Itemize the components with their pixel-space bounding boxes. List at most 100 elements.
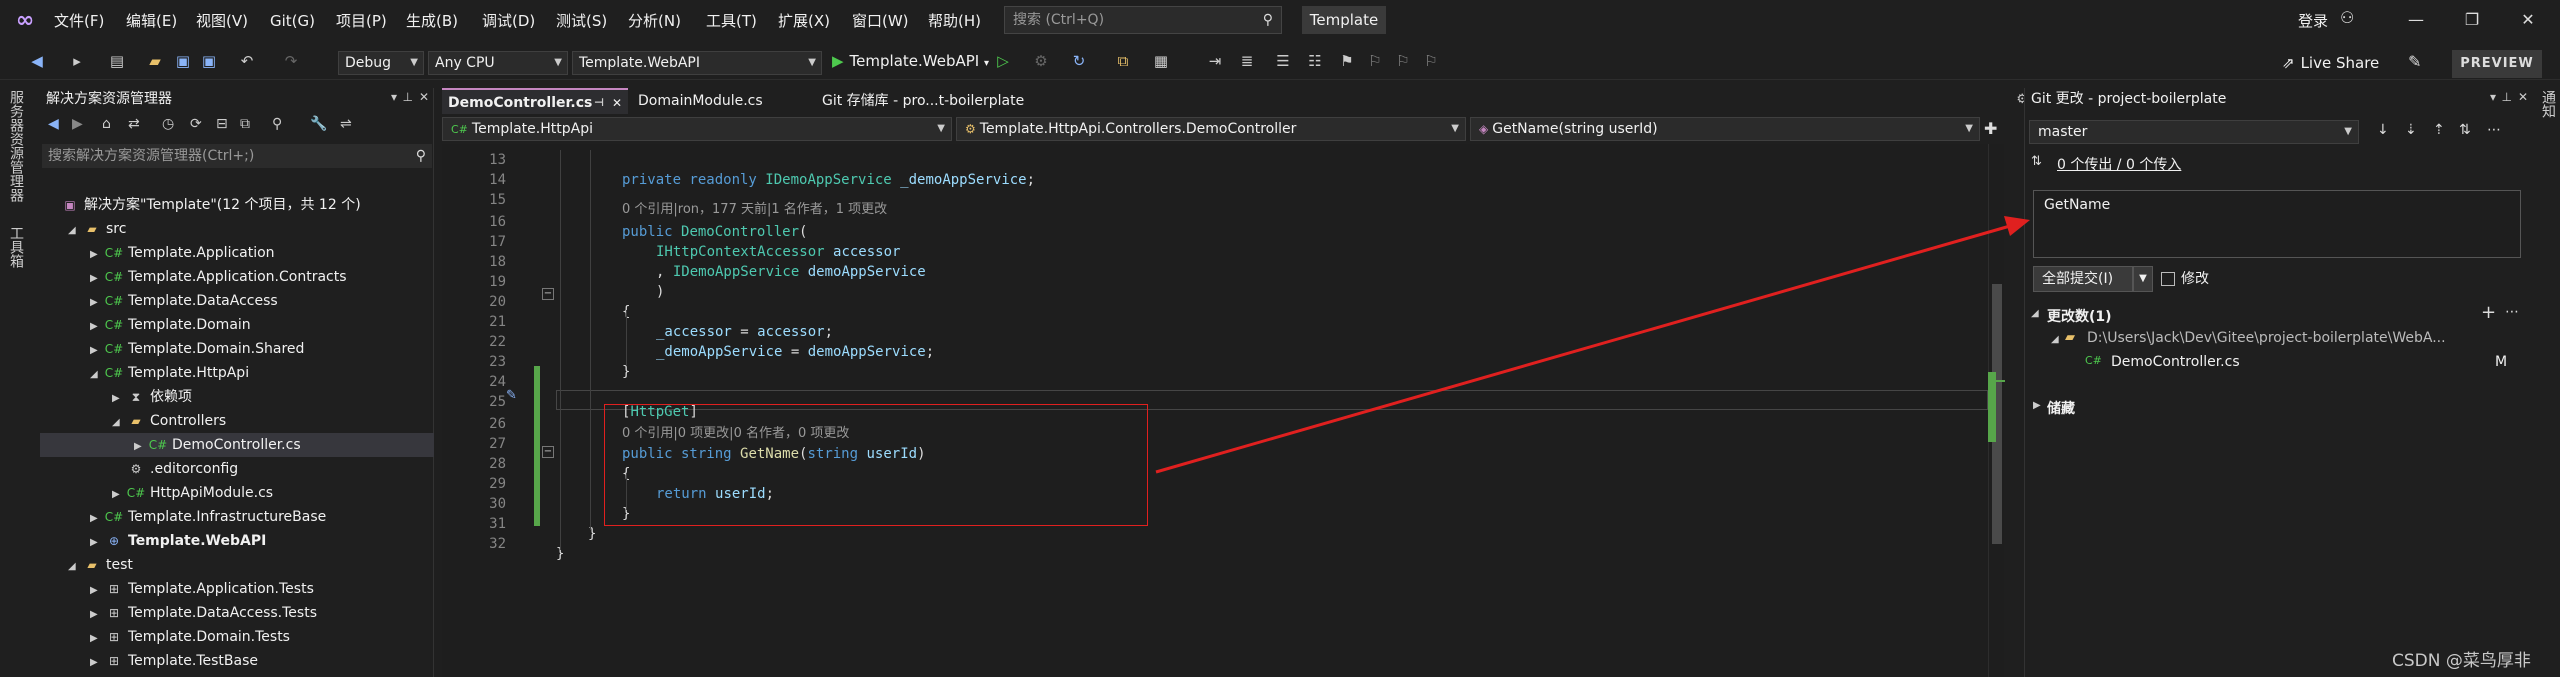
new-project-icon[interactable]: ▤ — [106, 50, 128, 72]
codelens-info[interactable]: 0 个引用|ron，177 天前|1 名作者，1 项更改 — [622, 200, 887, 220]
expand-icon[interactable]: ▶ — [90, 627, 104, 651]
login-link[interactable]: 登录 — [2298, 10, 2328, 31]
tree-item[interactable]: ▶ C# HttpApiModule.cs — [40, 481, 434, 505]
nav-project-select[interactable]: C# Template.HttpApi ▼ — [442, 117, 952, 141]
switch-views-icon[interactable]: ⇄ — [128, 116, 140, 132]
expand-icon[interactable]: ▶ — [90, 315, 104, 339]
tree-item[interactable]: ▶ ⊞ Template.TestBase — [40, 649, 434, 673]
tree-item[interactable]: ▶ ⊕ Template.WebAPI — [40, 529, 434, 553]
tree-item[interactable]: ▶ ⊞ Template.Application.Tests — [40, 577, 434, 601]
split-editor-icon[interactable]: ✚ — [1984, 119, 1997, 138]
collapse-icon[interactable]: ◢ — [90, 363, 104, 387]
tree-item[interactable]: ▶ C# Template.DataAccess — [40, 289, 434, 313]
configuration-select[interactable]: Debug ▼ — [338, 51, 424, 75]
menu-build[interactable]: 生成(B) — [406, 9, 458, 33]
close-icon[interactable]: ✕ — [612, 90, 622, 116]
menu-test[interactable]: 测试(S) — [556, 9, 607, 33]
solution-search-input[interactable]: 搜索解决方案资源管理器(Ctrl+;) ⚲ — [42, 144, 432, 168]
stash-header[interactable]: 储藏 — [2047, 398, 2075, 418]
menu-project[interactable]: 项目(P) — [336, 9, 387, 33]
save-all-icon[interactable]: ▣ — [198, 50, 220, 72]
step-icon[interactable]: ⇥ — [1204, 50, 1226, 72]
amend-checkbox[interactable] — [2161, 272, 2175, 286]
tab-git-repository[interactable]: Git 存储库 - pro...t-boilerplate — [816, 88, 1086, 114]
menu-analyze[interactable]: 分析(N) — [628, 9, 681, 33]
home-icon[interactable]: ⌂ — [102, 116, 111, 132]
menu-edit[interactable]: 编辑(E) — [126, 9, 177, 33]
expand-icon[interactable]: ◢ — [2031, 308, 2039, 319]
expand-icon[interactable]: ▶ — [134, 435, 148, 459]
next-bookmark-icon[interactable]: ⚐ — [1392, 50, 1414, 72]
nav-class-select[interactable]: ⚙ Template.HttpApi.Controllers.DemoContro… — [956, 117, 1466, 141]
expand-icon[interactable]: ▶ — [90, 267, 104, 291]
expand-icon[interactable]: ▶ — [90, 579, 104, 603]
dropdown-icon[interactable]: ▾ — [391, 90, 397, 104]
layout-icon[interactable]: ▦ — [1150, 50, 1172, 72]
tab-domainmodule[interactable]: DomainModule.cs — [632, 88, 808, 114]
server-explorer-tab[interactable]: 服务器资源管理器 — [6, 90, 26, 202]
menu-extensions[interactable]: 扩展(X) — [778, 9, 830, 33]
tree-item[interactable]: ▶ C# Template.Application.Contracts — [40, 265, 434, 289]
save-icon[interactable]: ▣ — [172, 50, 194, 72]
tree-item[interactable]: ▶ C# Template.Domain.Shared — [40, 337, 434, 361]
expand-icon[interactable]: ▶ — [90, 603, 104, 627]
collapse-all-icon[interactable]: ⊟ — [216, 116, 228, 132]
preview-button[interactable]: PREVIEW — [2452, 50, 2542, 78]
tree-item[interactable]: ▶ ⧗ 依赖项 — [40, 385, 434, 409]
properties-icon[interactable]: 🔧 — [310, 116, 327, 132]
expand-icon[interactable]: ▶ — [90, 243, 104, 267]
tree-item[interactable]: ▶ C# Template.InfrastructureBase — [40, 505, 434, 529]
menu-tools[interactable]: 工具(T) — [706, 9, 757, 33]
tree-item[interactable]: ▶ ⊞ Template.DataAccess.Tests — [40, 601, 434, 625]
fold-toggle-icon[interactable]: − — [542, 446, 554, 458]
close-button[interactable]: ✕ — [2508, 6, 2548, 34]
nav-member-select[interactable]: ◈ GetName(string userId) ▼ — [1470, 117, 1980, 141]
dropdown-icon[interactable]: ▾ — [2490, 90, 2496, 104]
filter-icon[interactable]: ⚲ — [272, 116, 282, 132]
menu-debug[interactable]: 调试(D) — [482, 9, 535, 33]
comment-icon[interactable]: ☰ — [1272, 50, 1294, 72]
back-icon[interactable]: ◀ — [48, 116, 59, 132]
collapse-icon[interactable]: ◢ — [112, 411, 126, 435]
menu-window[interactable]: 窗口(W) — [852, 9, 909, 33]
close-icon[interactable]: ✕ — [2518, 90, 2528, 104]
pending-changes-icon[interactable]: ◷ — [162, 116, 174, 132]
expand-icon[interactable]: ▶ — [90, 531, 104, 555]
show-all-files-icon[interactable]: ⧉ — [240, 116, 250, 132]
quick-actions-icon[interactable]: ✎ — [506, 388, 517, 403]
change-path[interactable]: D:\Users\Jack\Dev\Gitee\project-boilerpl… — [2087, 330, 2446, 346]
tree-item[interactable]: ◢ ▰ Controllers — [40, 409, 434, 433]
collapse-icon[interactable]: ◢ — [68, 555, 82, 579]
commit-message-input[interactable]: GetName — [2033, 190, 2521, 258]
expand-icon[interactable]: ▶ — [2033, 400, 2041, 411]
tree-item[interactable]: ◢ ▰ test — [40, 553, 434, 577]
changed-file[interactable]: DemoController.cs — [2111, 354, 2240, 370]
notifications-tab[interactable]: 通知 — [2538, 90, 2558, 118]
stage-all-icon[interactable]: + — [2481, 302, 2496, 323]
close-icon[interactable]: ✕ — [419, 90, 429, 104]
forward-icon[interactable]: ▶ — [72, 116, 83, 132]
tree-item[interactable]: ◢ C# Template.HttpApi — [40, 361, 434, 385]
pin-icon[interactable]: ⊥ — [403, 90, 413, 104]
tree-item[interactable]: ▶ C# Template.Domain — [40, 313, 434, 337]
live-share-button[interactable]: ⇗ Live Share — [2282, 54, 2379, 72]
menu-git[interactable]: Git(G) — [270, 9, 315, 33]
expand-icon[interactable]: ▶ — [90, 339, 104, 363]
clear-bookmark-icon[interactable]: ⚐ — [1420, 50, 1442, 72]
start-without-debugging-icon[interactable]: ▷ — [992, 50, 1014, 72]
expand-icon[interactable]: ▶ — [90, 291, 104, 315]
forward-icon[interactable]: ▸ — [66, 50, 88, 72]
account-icon[interactable]: ⚇ — [2340, 8, 2354, 27]
menu-view[interactable]: 视图(V) — [196, 9, 248, 33]
branch-select[interactable]: master ▼ — [2029, 120, 2359, 144]
commit-options-dropdown[interactable]: ▼ — [2133, 266, 2153, 292]
platform-select[interactable]: Any CPU ▼ — [428, 51, 568, 75]
redo-icon[interactable]: ↷ — [280, 50, 302, 72]
browser-link-icon[interactable]: ⧉ — [1112, 50, 1134, 72]
back-icon[interactable]: ◀ — [26, 50, 48, 72]
tree-item[interactable]: ▶ C# DemoController.cs — [40, 433, 434, 457]
restore-button[interactable]: ❐ — [2452, 6, 2492, 34]
format-icon[interactable]: ≣ — [1236, 50, 1258, 72]
minimize-button[interactable]: — — [2396, 6, 2436, 34]
preview-selected-icon[interactable]: ⇌ — [340, 116, 352, 132]
